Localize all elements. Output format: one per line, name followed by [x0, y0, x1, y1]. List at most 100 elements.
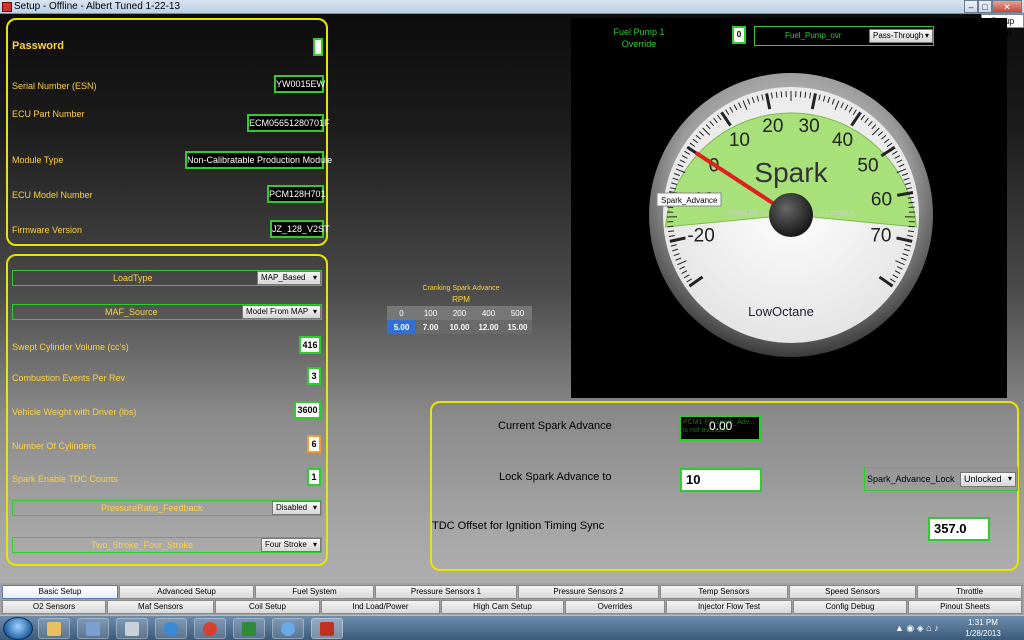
- ecu-part-number-value: ECM05651280701F: [247, 114, 330, 132]
- rpm-header-cell: 0: [387, 306, 416, 320]
- module-type-label: Module Type: [12, 155, 64, 165]
- tab-advanced-setup[interactable]: Advanced Setup: [119, 585, 254, 599]
- ecu-part-number-label: ECU Part Number: [12, 109, 85, 119]
- advance-cell[interactable]: 5.00: [387, 320, 416, 334]
- tab-pinout-sheets[interactable]: Pinout Sheets: [908, 600, 1022, 614]
- tab-config-debug[interactable]: Config Debug: [793, 600, 907, 614]
- spark-lock-label: Spark_Advance_Lock: [867, 474, 955, 484]
- num-cylinders-label: Number Of Cylinders: [12, 441, 97, 451]
- tab-pressure-sensors-2[interactable]: Pressure Sensors 2: [518, 585, 659, 599]
- tuner-app-taskbar-icon[interactable]: [311, 618, 343, 639]
- vehicle-weight-label: Vehicle Weight with Driver (lbs): [12, 407, 137, 417]
- load-type-dropdown[interactable]: MAP_Based: [257, 271, 321, 285]
- gauge-tooltip: Spark_Advance: [661, 196, 718, 205]
- tools-taskbar-icon[interactable]: [77, 618, 109, 639]
- tab-injector-flow-test[interactable]: Injector Flow Test: [666, 600, 792, 614]
- vehicle-weight-input[interactable]: 3600: [294, 401, 321, 419]
- title-bar: Setup - Offline - Albert Tuned 1-22-13 –…: [0, 0, 1024, 14]
- rpm-header-cell: 400: [474, 306, 503, 320]
- advance-cell[interactable]: 10.00: [445, 320, 474, 334]
- num-cylinders-input[interactable]: 6: [307, 435, 321, 453]
- tab-coil-setup[interactable]: Coil Setup: [215, 600, 320, 614]
- advance-cell[interactable]: 15.00: [503, 320, 532, 334]
- ecu-model-number-value: PCM128H701: [267, 185, 326, 203]
- maf-source-label: MAF_Source: [105, 307, 158, 317]
- spark-control-panel: Current Spark Advance PCM1 P2 Spark_Adv.…: [430, 401, 1019, 571]
- combustion-events-input[interactable]: 3: [307, 367, 321, 385]
- minor-tick: [908, 201, 915, 204]
- password-label: Password: [12, 40, 64, 52]
- swept-volume-input[interactable]: 416: [299, 336, 321, 354]
- load-type-label: LoadType: [113, 273, 153, 283]
- start-button[interactable]: [3, 617, 33, 640]
- tab-fuel-system[interactable]: Fuel System: [255, 585, 374, 599]
- calculator-taskbar-icon[interactable]: [116, 618, 148, 639]
- gauge-tick-label: 70: [870, 226, 891, 247]
- maf-source-dropdown[interactable]: Model From MAP: [242, 305, 321, 319]
- app-icon: [2, 2, 12, 12]
- clock-time: 1:31 PM: [968, 618, 998, 627]
- tab-basic-setup[interactable]: Basic Setup: [2, 585, 118, 599]
- close-button[interactable]: ✕: [992, 0, 1022, 13]
- tab-speed-sensors[interactable]: Speed Sensors: [789, 585, 916, 599]
- module-type-value: Non-Calibratable Production Module: [185, 151, 332, 169]
- password-field[interactable]: [313, 38, 323, 56]
- fuel-pump-value[interactable]: 0: [732, 26, 746, 44]
- minor-tick: [775, 91, 778, 98]
- fuel-pump-mode-dropdown[interactable]: Pass-Through: [869, 29, 933, 43]
- minor-tick: [908, 225, 915, 228]
- advance-cell[interactable]: 7.00: [416, 320, 445, 334]
- itunes-taskbar-icon[interactable]: [272, 618, 304, 639]
- gauge-tick-label: 40: [832, 130, 853, 151]
- stroke-dropdown[interactable]: Four Stroke: [261, 538, 321, 552]
- system-tray[interactable]: ▲ ◉ ◈ ⌂ ♪: [895, 619, 955, 638]
- tab-high-cam-setup[interactable]: High Cam Setup: [441, 600, 564, 614]
- gauge-hub: [769, 193, 813, 237]
- minor-tick: [667, 225, 674, 228]
- tab-o2-sensors[interactable]: O2 Sensors: [2, 600, 106, 614]
- spark-lock-field: Spark_Advance_Lock Unlocked: [864, 467, 1018, 491]
- tab-ind-load-power[interactable]: Ind Load/Power: [321, 600, 440, 614]
- tab-overrides[interactable]: Overrides: [565, 600, 665, 614]
- pressure-ratio-label: PressureRatio_Feedback: [101, 503, 203, 513]
- gauge-title: Spark: [754, 157, 828, 188]
- minor-tick: [804, 91, 807, 98]
- rpm-header-cell: 500: [503, 306, 532, 320]
- spark-lock-dropdown[interactable]: Unlocked: [960, 472, 1016, 487]
- taskbar: ▲ ◉ ◈ ⌂ ♪ 1:31 PM 1/28/2013: [0, 615, 1024, 640]
- gauge-tick-label: 50: [857, 156, 878, 177]
- minimize-button[interactable]: –: [964, 0, 978, 13]
- spark-gauge: -20-10010203040506070 Spark PCM1 P2 Spar…: [649, 73, 933, 357]
- combustion-events-label: Combustion Events Per Rev: [12, 373, 126, 383]
- spark-tdc-label: Spark Enable TDC Counts: [12, 474, 118, 484]
- gauge-tick-label: -20: [687, 226, 714, 247]
- lock-spark-input[interactable]: 10: [680, 468, 762, 492]
- internet-explorer-taskbar-icon[interactable]: [155, 618, 187, 639]
- fuel-pump-field-label: Fuel_Pump_ovr: [785, 31, 842, 40]
- chrome-taskbar-icon[interactable]: [194, 618, 226, 639]
- tab-maf-sensors[interactable]: Maf Sensors: [107, 600, 214, 614]
- excel-taskbar-icon[interactable]: [233, 618, 265, 639]
- spark-tdc-input[interactable]: 1: [307, 468, 321, 486]
- tab-temp-sensors[interactable]: Temp Sensors: [660, 585, 788, 599]
- current-spark-label: Current Spark Advance: [498, 420, 612, 432]
- window-title: Setup - Offline - Albert Tuned 1-22-13: [14, 1, 181, 12]
- ecu-identity-panel: Password Serial Number (ESN) YW0015EW EC…: [6, 18, 332, 246]
- low-octane-label: LowOctane: [748, 304, 814, 319]
- serial-number-value: YW0015EW: [274, 75, 325, 93]
- tab-throttle[interactable]: Throttle: [917, 585, 1022, 599]
- clock[interactable]: 1:31 PM 1/28/2013: [958, 617, 1008, 639]
- tab-pressure-sensors-1[interactable]: Pressure Sensors 1: [375, 585, 517, 599]
- clock-date: 1/28/2013: [965, 629, 1001, 638]
- cranking-spark-table: 0 100 200 400 500 5.00 7.00 10.00 12.00 …: [387, 306, 532, 334]
- setup-tabs: Basic Setup Advanced Setup Fuel System P…: [0, 583, 1024, 615]
- pressure-ratio-dropdown[interactable]: Disabled: [272, 501, 321, 515]
- rpm-header-cell: 100: [416, 306, 445, 320]
- firmware-version-label: Firmware Version: [12, 225, 83, 235]
- gauge-tick-label: 30: [799, 116, 820, 137]
- explorer-taskbar-icon[interactable]: [38, 618, 70, 639]
- maximize-button[interactable]: □: [978, 0, 992, 13]
- advance-cell[interactable]: 12.00: [474, 320, 503, 334]
- stroke-label: Two_Stroke_Four_Stroke: [91, 540, 194, 550]
- tdc-offset-input[interactable]: 357.0: [928, 517, 990, 541]
